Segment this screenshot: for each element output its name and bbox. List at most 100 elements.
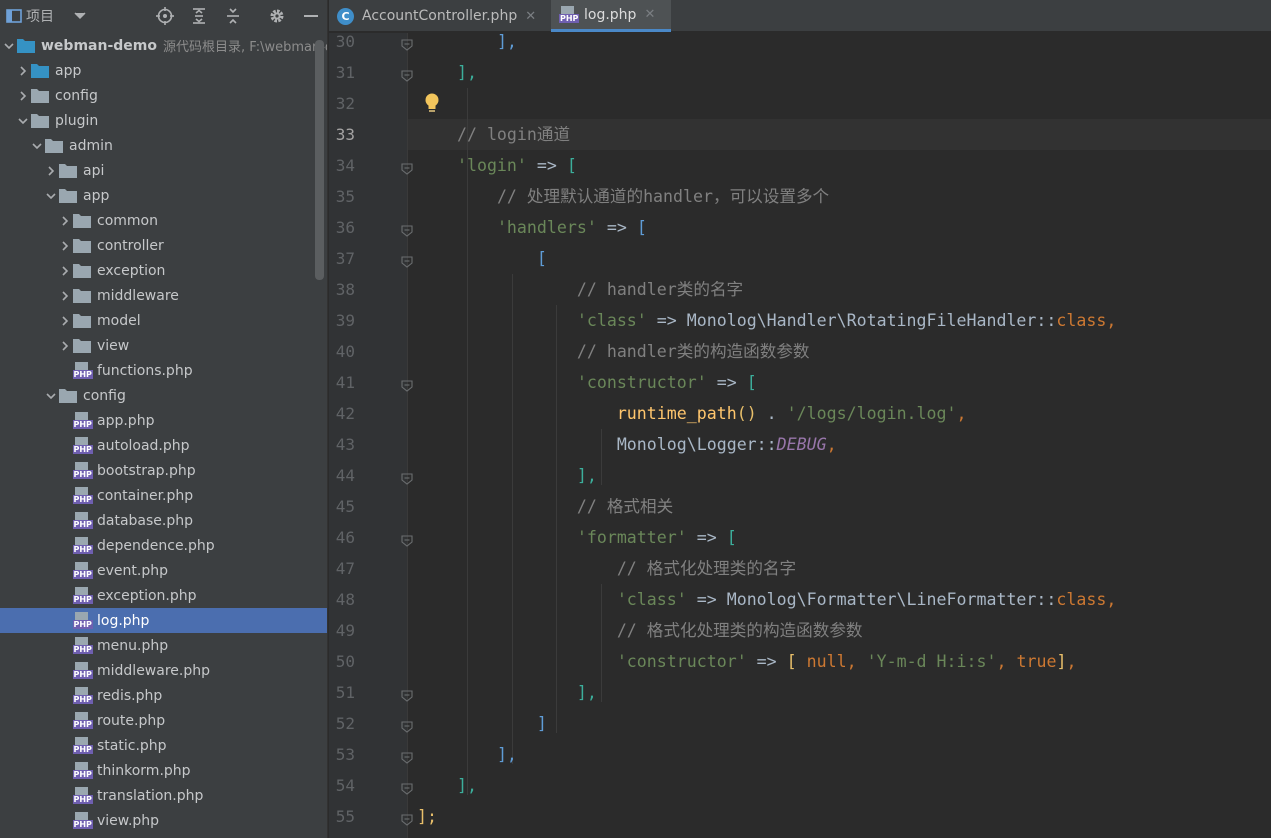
- tree-root-webman-demo[interactable]: webman-demo 源代码根目录, F:\webman-d: [0, 33, 327, 58]
- locate-icon[interactable]: [154, 0, 176, 32]
- tree-item-redis-php[interactable]: PHP redis.php: [0, 683, 327, 708]
- tree-item-translation-php[interactable]: PHP translation.php: [0, 783, 327, 808]
- tree-item-event-php[interactable]: PHP event.php: [0, 558, 327, 583]
- code-token: class: [1056, 590, 1107, 609]
- tree-item-exception-php[interactable]: PHP exception.php: [0, 583, 327, 608]
- tree-item-log-php[interactable]: PHP log.php: [0, 608, 327, 633]
- tree-item-config[interactable]: config: [0, 383, 327, 408]
- fold-marker-icon[interactable]: [401, 377, 413, 392]
- code-token: 'class': [616, 590, 687, 609]
- fold-marker-icon[interactable]: [401, 222, 413, 237]
- chevron-right-icon[interactable]: [16, 83, 30, 108]
- tab-account-controller[interactable]: C AccountController.php ✕: [329, 0, 551, 32]
- tree-item-static-php[interactable]: PHP static.php: [0, 733, 327, 758]
- line-number: 37: [335, 249, 355, 268]
- tree-item-view[interactable]: view: [0, 333, 327, 358]
- tree-item-exception[interactable]: exception: [0, 258, 327, 283]
- code-token: class: [1056, 311, 1107, 330]
- collapse-all-icon[interactable]: [222, 0, 244, 32]
- tree-arrow-spacer: [58, 658, 72, 683]
- tree-item-database-php[interactable]: PHP database.php: [0, 508, 327, 533]
- tree-item-admin[interactable]: admin: [0, 133, 327, 158]
- project-panel-title[interactable]: 项目: [26, 0, 62, 32]
- chevron-down-icon[interactable]: [16, 108, 30, 133]
- tree-arrow-spacer: [58, 758, 72, 783]
- tree-arrow-spacer: [58, 733, 72, 758]
- chevron-right-icon[interactable]: [58, 233, 72, 258]
- code-token: 'Y-m-d H:i:s': [866, 652, 997, 671]
- fold-marker-icon[interactable]: [401, 811, 413, 826]
- lightbulb-icon[interactable]: [423, 92, 441, 114]
- tree-item-app-php[interactable]: PHP app.php: [0, 408, 327, 433]
- tree-item-autoload-php[interactable]: PHP autoload.php: [0, 433, 327, 458]
- tree-item-app[interactable]: app: [0, 183, 327, 208]
- fold-marker-icon[interactable]: [401, 718, 413, 733]
- code-line: ],: [417, 770, 477, 801]
- line-number: 46: [335, 528, 355, 547]
- tree-item-common[interactable]: common: [0, 208, 327, 233]
- tree-scrollbar[interactable]: [315, 40, 324, 280]
- tree-item-middleware[interactable]: middleware: [0, 283, 327, 308]
- chevron-right-icon[interactable]: [58, 208, 72, 233]
- folder-icon: [72, 283, 92, 308]
- fold-marker-icon[interactable]: [401, 749, 413, 764]
- fold-marker-icon[interactable]: [401, 470, 413, 485]
- tree-item-view-php[interactable]: PHP view.php: [0, 808, 327, 833]
- tree-item-api[interactable]: api: [0, 158, 327, 183]
- close-icon[interactable]: ✕: [644, 7, 655, 22]
- settings-icon[interactable]: [266, 0, 288, 32]
- chevron-right-icon[interactable]: [58, 308, 72, 333]
- tree-item-label: route.php: [97, 712, 166, 729]
- close-icon[interactable]: ✕: [525, 9, 536, 24]
- tree-item-app[interactable]: app: [0, 58, 327, 83]
- project-view-icon[interactable]: [4, 0, 24, 32]
- fold-marker-icon[interactable]: [401, 253, 413, 268]
- chevron-right-icon[interactable]: [58, 258, 72, 283]
- tree-item-middleware-php[interactable]: PHP middleware.php: [0, 658, 327, 683]
- chevron-down-icon[interactable]: [2, 33, 16, 58]
- code-token: [: [786, 652, 797, 671]
- chevron-down-icon[interactable]: [44, 183, 58, 208]
- tree-item-thinkorm-php[interactable]: PHP thinkorm.php: [0, 758, 327, 783]
- code-token: ,: [996, 652, 1017, 671]
- tree-item-config[interactable]: config: [0, 83, 327, 108]
- tree-item-plugin[interactable]: plugin: [0, 108, 327, 133]
- tree-item-container-php[interactable]: PHP container.php: [0, 483, 327, 508]
- chevron-right-icon[interactable]: [16, 58, 30, 83]
- expand-all-icon[interactable]: [188, 0, 210, 32]
- chevron-down-icon[interactable]: [44, 383, 58, 408]
- tree-item-bootstrap-php[interactable]: PHP bootstrap.php: [0, 458, 327, 483]
- tree-item-controller[interactable]: controller: [0, 233, 327, 258]
- tree-item-label: log.php: [97, 612, 150, 629]
- tree-item-functions-php[interactable]: PHP functions.php: [0, 358, 327, 383]
- tree-arrow-spacer: [58, 433, 72, 458]
- chevron-right-icon[interactable]: [58, 283, 72, 308]
- tree-arrow-spacer: [58, 408, 72, 433]
- chevron-down-icon[interactable]: [30, 133, 44, 158]
- tab-log-php[interactable]: PHP log.php ✕: [551, 0, 671, 32]
- fold-marker-icon[interactable]: [401, 780, 413, 795]
- tree-item-menu-php[interactable]: PHP menu.php: [0, 633, 327, 658]
- hide-icon[interactable]: [300, 0, 322, 32]
- chevron-right-icon[interactable]: [58, 333, 72, 358]
- tree-item-model[interactable]: model: [0, 308, 327, 333]
- tree-item-dependence-php[interactable]: PHP dependence.php: [0, 533, 327, 558]
- tree-item-route-php[interactable]: PHP route.php: [0, 708, 327, 733]
- chevron-right-icon[interactable]: [44, 158, 58, 183]
- fold-marker-icon[interactable]: [401, 67, 413, 82]
- fold-marker-icon[interactable]: [401, 532, 413, 547]
- code-editor[interactable]: 30 31 32 33 34 35 36 37 38 39 40 41 42 43 44 45 46 47 48 49…: [329, 33, 1271, 838]
- fold-marker-icon[interactable]: [401, 687, 413, 702]
- fold-marker-icon[interactable]: [401, 160, 413, 175]
- project-panel: 项目 webman-demo 源代码根目录, F:\webman-d app conf…: [0, 0, 328, 838]
- chevron-down-icon[interactable]: [70, 0, 90, 32]
- fold-marker-icon[interactable]: [401, 36, 413, 51]
